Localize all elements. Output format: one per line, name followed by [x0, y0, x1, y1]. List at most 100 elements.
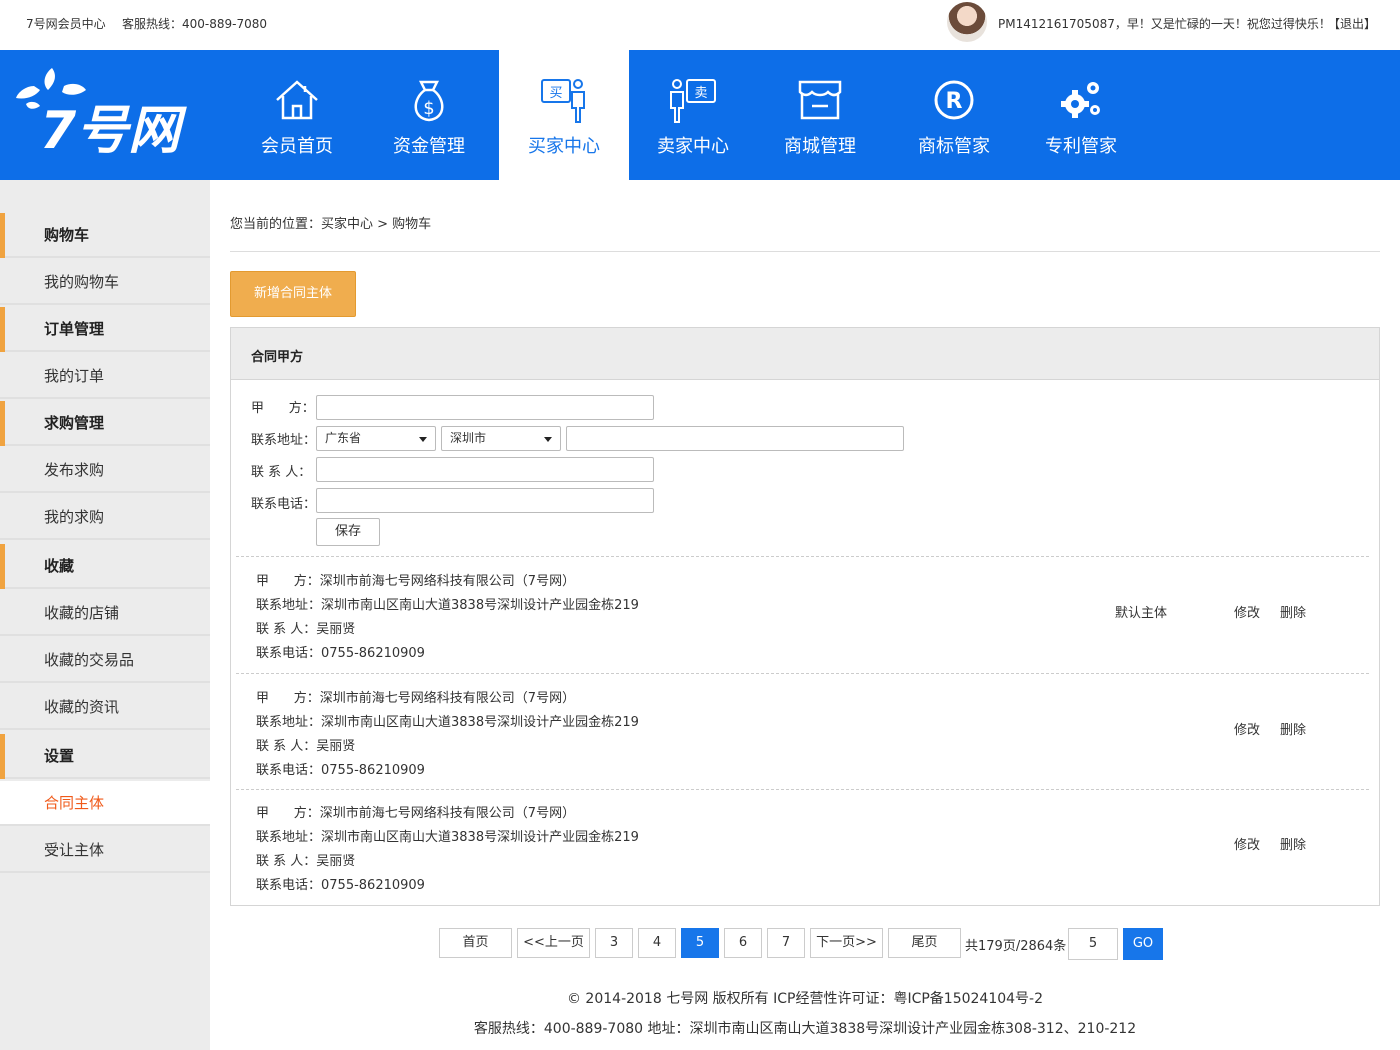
- site-logo[interactable]: 7号网: [12, 64, 208, 164]
- nav-patent[interactable]: 专利管家: [1016, 50, 1146, 180]
- sidebar-label: 收藏的店铺: [44, 604, 120, 622]
- pager-jump-input[interactable]: 5: [1068, 928, 1118, 960]
- city-select[interactable]: 深圳市: [441, 426, 561, 451]
- sidebar-label: 收藏的资讯: [44, 698, 120, 716]
- nav-member-home[interactable]: 会员首页: [232, 50, 362, 180]
- pager-next[interactable]: 下一页>>: [810, 928, 883, 958]
- panel-title: 合同甲方: [251, 350, 304, 365]
- record-contact: 联 系 人：吴丽贤: [256, 854, 356, 869]
- nav-label: 会员首页: [261, 136, 333, 157]
- record-address: 联系地址：深圳市南山区南山大道3838号深圳设计产业园金栋219: [256, 598, 639, 613]
- pager-go-button[interactable]: GO: [1123, 928, 1163, 960]
- pager-page-current[interactable]: 5: [681, 928, 719, 958]
- buyer-icon: 买: [541, 79, 585, 123]
- sidebar-label: 我的求购: [44, 508, 105, 526]
- breadcrumb: 您当前的位置：买家中心 > 购物车: [230, 217, 432, 232]
- sidebar-item-fav-stores[interactable]: 收藏的店铺: [0, 591, 210, 636]
- delete-link[interactable]: 删除: [1280, 719, 1306, 738]
- sidebar-head-orders: 订单管理: [0, 307, 210, 352]
- add-contract-party-button[interactable]: 新增合同主体: [230, 271, 356, 317]
- nav-mall[interactable]: 商城管理: [755, 50, 885, 180]
- pager-page[interactable]: 6: [724, 928, 762, 958]
- nav-trademark[interactable]: R 商标管家: [889, 50, 1019, 180]
- province-select[interactable]: 广东省: [316, 426, 436, 451]
- delete-link[interactable]: 删除: [1280, 602, 1306, 621]
- sidebar-head-settings: 设置: [0, 734, 210, 779]
- save-button[interactable]: 保存: [316, 518, 380, 546]
- svg-text:卖: 卖: [694, 86, 707, 101]
- store-icon: [798, 80, 842, 120]
- record-contact: 联 系 人：吴丽贤: [256, 739, 356, 754]
- record-party: 甲 方：深圳市前海七号网络科技有限公司（7号网）: [256, 806, 576, 821]
- sidebar-label: 收藏的交易品: [44, 651, 135, 669]
- pager-page[interactable]: 3: [595, 928, 633, 958]
- party-label: 甲 方：: [251, 401, 315, 416]
- address-label: 联系地址：: [251, 433, 317, 448]
- trademark-icon: R: [934, 80, 974, 120]
- svg-text:$: $: [423, 98, 434, 119]
- svg-text:R: R: [946, 89, 963, 114]
- contact-label: 联 系 人：: [251, 465, 312, 480]
- address-input[interactable]: [566, 426, 904, 451]
- sidebar-item-transferee[interactable]: 受让主体: [0, 828, 210, 873]
- sidebar-label: 求购管理: [44, 414, 105, 432]
- footer-contact: 客服热线：400-889-7080 地址：深圳市南山区南山大道3838号深圳设计…: [473, 1021, 1137, 1037]
- record-address: 联系地址：深圳市南山区南山大道3838号深圳设计产业园金栋219: [256, 715, 639, 730]
- nav-label: 商标管家: [918, 136, 990, 157]
- contact-input[interactable]: [316, 457, 654, 482]
- phone-input[interactable]: [316, 488, 654, 513]
- pager-last[interactable]: 尾页: [888, 928, 961, 958]
- pager-page[interactable]: 7: [767, 928, 805, 958]
- party-record: 甲 方：深圳市前海七号网络科技有限公司（7号网） 联系地址：深圳市南山区南山大道…: [236, 673, 1369, 790]
- party-input[interactable]: [316, 395, 654, 420]
- record-address: 联系地址：深圳市南山区南山大道3838号深圳设计产业园金栋219: [256, 830, 639, 845]
- sidebar-item-my-requests[interactable]: 我的求购: [0, 495, 210, 540]
- gears-icon: [1061, 82, 1100, 118]
- footer-copyright: © 2014-2018 七号网 版权所有 ICP经营性许可证：粤ICP备1502…: [566, 991, 1044, 1007]
- pager-info: 共179页/2864条: [965, 939, 1067, 954]
- sidebar-head-cart: 购物车: [0, 213, 210, 258]
- pager-page[interactable]: 4: [638, 928, 676, 958]
- sidebar-item-fav-news[interactable]: 收藏的资讯: [0, 685, 210, 730]
- logo-text: 7号网: [40, 101, 187, 161]
- sidebar-item-my-orders[interactable]: 我的订单: [0, 354, 210, 399]
- sidebar-label: 我的订单: [44, 367, 105, 385]
- sidebar-item-contract-party[interactable]: 合同主体: [0, 781, 210, 826]
- delete-link[interactable]: 删除: [1280, 834, 1306, 853]
- site-name: 7号网会员中心: [26, 17, 106, 31]
- sidebar: 购物车 我的购物车 订单管理 我的订单 求购管理 发布求购 我的求购 收藏 收藏…: [0, 180, 210, 1050]
- nav-label: 商城管理: [784, 136, 856, 157]
- nav-label: 卖家中心: [657, 136, 729, 157]
- sidebar-label: 合同主体: [44, 794, 105, 812]
- party-record: 甲 方：深圳市前海七号网络科技有限公司（7号网） 联系地址：深圳市南山区南山大道…: [236, 556, 1369, 673]
- sidebar-item-my-cart[interactable]: 我的购物车: [0, 260, 210, 305]
- edit-link[interactable]: 修改: [1234, 602, 1260, 621]
- contract-party-panel: 合同甲方 甲 方： 联系地址： 广东省 深圳市 联 系 人： 联系电话： 保存 …: [230, 327, 1380, 906]
- edit-link[interactable]: 修改: [1234, 834, 1260, 853]
- pager-prev[interactable]: <<上一页: [517, 928, 590, 958]
- sidebar-head-purchase: 求购管理: [0, 401, 210, 446]
- sidebar-label: 设置: [44, 747, 75, 765]
- sidebar-item-post-request[interactable]: 发布求购: [0, 448, 210, 493]
- sidebar-item-fav-goods[interactable]: 收藏的交易品: [0, 638, 210, 683]
- logout-link[interactable]: 【退出】: [1328, 15, 1376, 32]
- sidebar-label: 订单管理: [44, 320, 105, 338]
- user-avatar[interactable]: [947, 2, 987, 42]
- party-record: 甲 方：深圳市前海七号网络科技有限公司（7号网） 联系地址：深圳市南山区南山大道…: [236, 789, 1369, 906]
- record-party: 甲 方：深圳市前海七号网络科技有限公司（7号网）: [256, 574, 576, 589]
- edit-link[interactable]: 修改: [1234, 719, 1260, 738]
- nav-seller-center[interactable]: 卖 卖家中心: [628, 50, 758, 180]
- pager-first[interactable]: 首页: [439, 928, 512, 958]
- top-bar: 7号网会员中心 客服热线：400-889-7080 PM141216170508…: [0, 0, 1400, 50]
- default-party-badge: 默认主体: [1115, 606, 1168, 621]
- record-party: 甲 方：深圳市前海七号网络科技有限公司（7号网）: [256, 691, 576, 706]
- nav-buyer-center[interactable]: 买 买家中心: [499, 50, 629, 180]
- sidebar-head-favorites: 收藏: [0, 544, 210, 589]
- divider: [230, 251, 1380, 252]
- record-phone: 联系电话：0755-86210909: [256, 763, 425, 778]
- main-nav: 7号网 会员首页 $ 资金管理 买 买家中心 卖 卖家中心 商城管理 R 商标管…: [0, 50, 1400, 180]
- nav-label: 资金管理: [393, 136, 465, 157]
- record-contact: 联 系 人：吴丽贤: [256, 622, 356, 637]
- nav-funds[interactable]: $ 资金管理: [364, 50, 494, 180]
- seller-icon: 卖: [670, 79, 716, 123]
